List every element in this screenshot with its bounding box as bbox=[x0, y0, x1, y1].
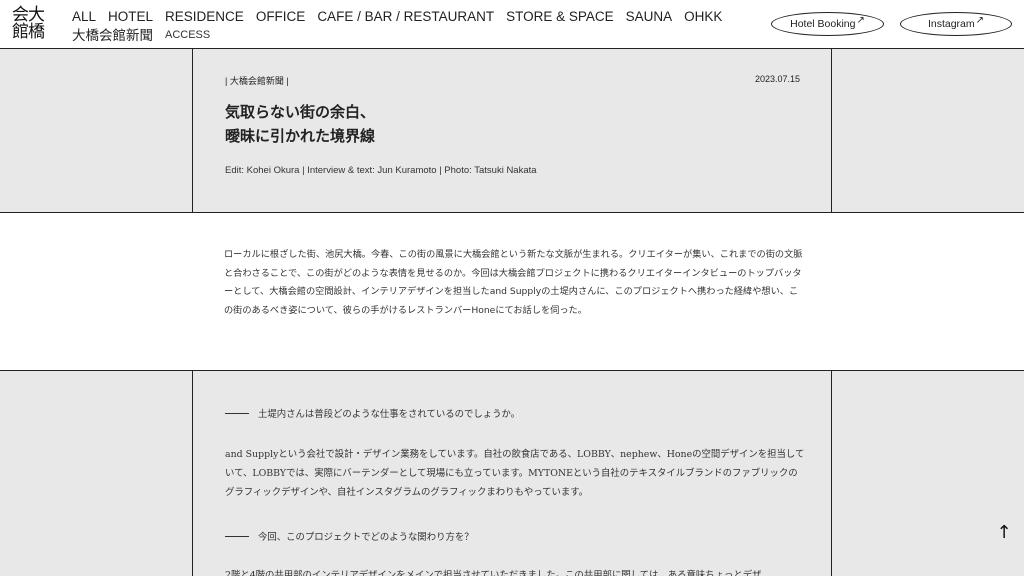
nav-item-store-space[interactable]: STORE & SPACE bbox=[506, 8, 614, 25]
instagram-button[interactable]: Instagram ↗ bbox=[900, 12, 1012, 36]
interview-body: 土堤内さんは普段どのような仕事をされているのでしょうか。 and Supplyと… bbox=[192, 371, 832, 576]
nav-item-ohkk[interactable]: OHKK bbox=[684, 8, 722, 25]
question-dash bbox=[225, 535, 249, 537]
interview-question: 土堤内さんは普段どのような仕事をされているのでしょうか。 bbox=[225, 406, 805, 420]
question-dash bbox=[225, 412, 249, 414]
article-title-line-2: 曖昧に引かれた境界線 bbox=[225, 127, 376, 145]
logo-line-2: 館橋 bbox=[12, 22, 45, 42]
main-nav: ALL HOTEL RESIDENCE OFFICE CAFE / BAR / … bbox=[72, 8, 734, 44]
nav-item-sauna[interactable]: SAUNA bbox=[626, 8, 673, 25]
article-intro: ローカルに根ざした街、池尻大橋。今春、この街の風景に大橋会館という新たな文脈が生… bbox=[224, 249, 803, 317]
external-arrow-icon: ↗ bbox=[856, 14, 865, 26]
question-text: 土堤内さんは普段どのような仕事をされているのでしょうか。 bbox=[258, 409, 521, 420]
interview-answer: 2階と4階の共用部のインテリアデザインをメインで担当させていただきました。この共… bbox=[225, 570, 762, 576]
nav-item-cafe-bar-restaurant[interactable]: CAFE / BAR / RESTAURANT bbox=[317, 8, 494, 25]
site-header: 会大 館橋 ALL HOTEL RESIDENCE OFFICE CAFE / … bbox=[0, 0, 1024, 49]
article-title: 気取らない街の余白、 曖昧に引かれた境界線 bbox=[225, 100, 375, 148]
nav-item-office[interactable]: OFFICE bbox=[256, 8, 306, 25]
hotel-booking-label: Hotel Booking bbox=[790, 18, 856, 30]
article-category[interactable]: | 大橋会館新聞 | bbox=[225, 74, 289, 87]
instagram-label: Instagram bbox=[927, 18, 975, 30]
nav-item-hotel[interactable]: HOTEL bbox=[108, 8, 153, 25]
interview-question: 今回、このプロジェクトでどのような関わり方を？ bbox=[225, 529, 805, 543]
site-logo[interactable]: 会大 館橋 bbox=[12, 7, 60, 43]
article-title-line-1: 気取らない街の余白、 bbox=[225, 103, 376, 121]
external-arrow-icon: ↗ bbox=[975, 14, 985, 26]
question-text: 今回、このプロジェクトでどのような関わり方を？ bbox=[258, 532, 474, 543]
back-to-top-arrow-icon[interactable]: ↑ bbox=[994, 522, 1014, 544]
nav-item-access[interactable]: ACCESS bbox=[165, 27, 210, 44]
article-header-band: | 大橋会館新聞 | 2023.07.15 気取らない街の余白、 曖昧に引かれた… bbox=[0, 49, 1024, 213]
nav-item-residence[interactable]: RESIDENCE bbox=[165, 8, 244, 25]
nav-item-all[interactable]: ALL bbox=[72, 8, 96, 25]
interview-band: 土堤内さんは普段どのような仕事をされているのでしょうか。 and Supplyと… bbox=[0, 370, 1024, 576]
nav-item-newspaper[interactable]: 大橋会館新聞 bbox=[72, 27, 153, 44]
interview-answer: and Supplyという会社で設計・デザイン業務をしています。自社の飲食店であ… bbox=[225, 449, 805, 498]
hotel-booking-button[interactable]: Hotel Booking ↗ bbox=[771, 12, 884, 36]
article-credits: Edit: Kohei Okura | Interview & text: Ju… bbox=[225, 165, 537, 176]
article-date: 2023.07.15 bbox=[754, 74, 800, 84]
article-header: | 大橋会館新聞 | 2023.07.15 気取らない街の余白、 曖昧に引かれた… bbox=[192, 49, 832, 212]
